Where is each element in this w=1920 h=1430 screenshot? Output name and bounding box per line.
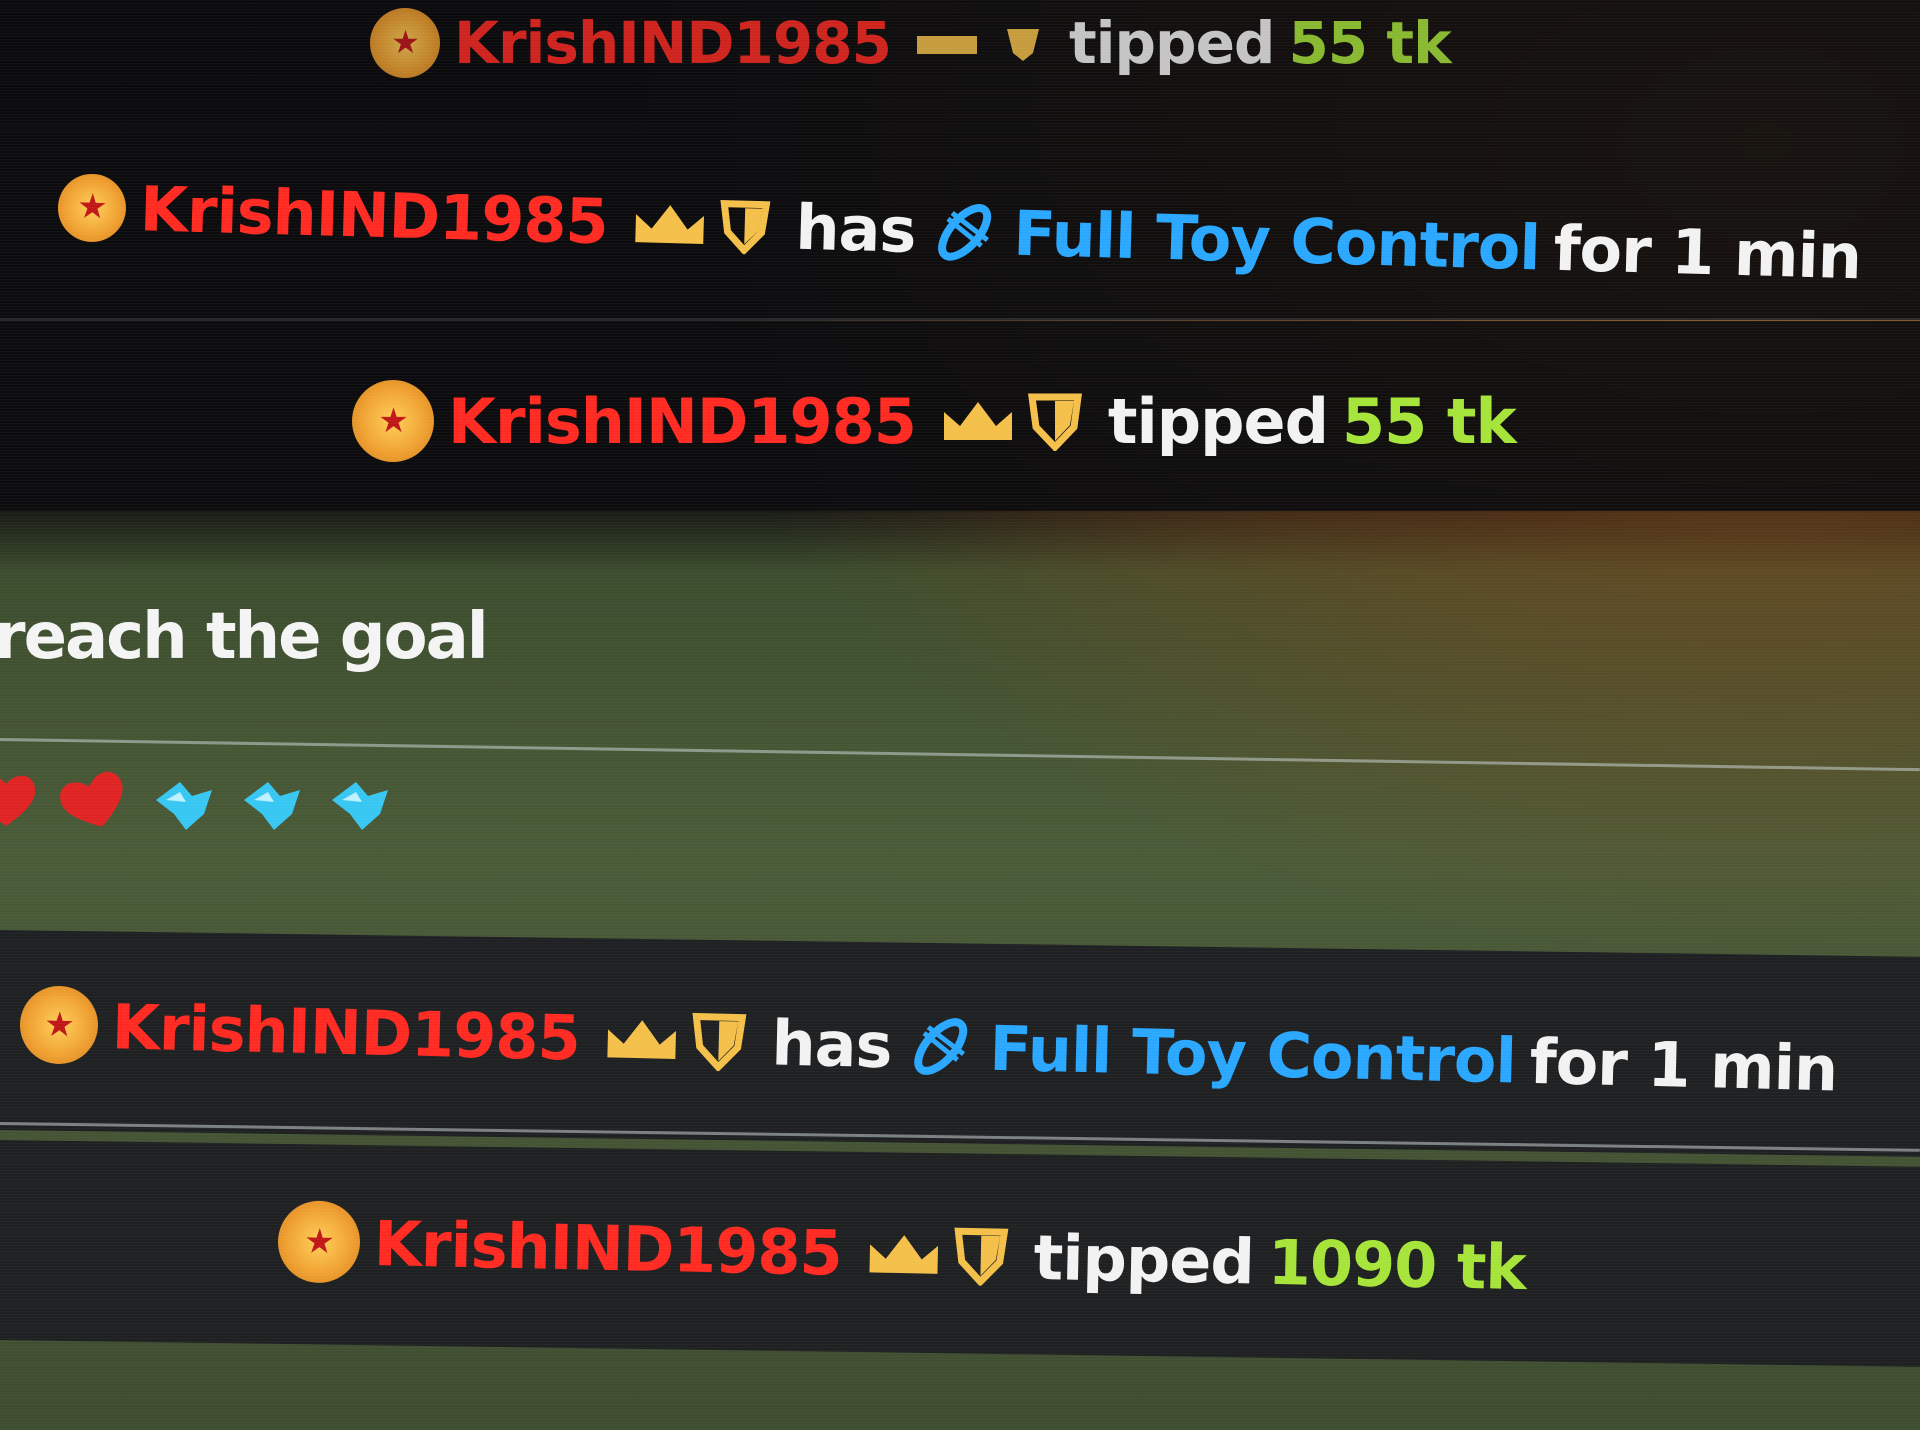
username[interactable]: KrishIND1985 <box>448 385 917 458</box>
username[interactable]: KrishIND1985 <box>139 172 609 258</box>
chat-message-tip-1: ★ KrishIND1985 tipped 55 tk <box>352 380 1517 462</box>
chat-message-top-partial: ★ KrishIND1985 tipped 55 tk <box>370 8 1452 78</box>
shield-badge-icon <box>1003 23 1043 63</box>
chat-screen: ★ KrishIND1985 tipped 55 tk ★ KrishIND19… <box>0 0 1920 1430</box>
user-avatar-icon[interactable]: ★ <box>370 8 440 78</box>
tip-amount: 1090 tk <box>1267 1225 1527 1304</box>
user-avatar-icon[interactable]: ★ <box>19 985 99 1065</box>
crown-badge-icon <box>942 396 1014 446</box>
toy-control-icon <box>928 196 1000 268</box>
message-prefix: has <box>794 190 917 267</box>
shield-badge-icon <box>953 1225 1009 1287</box>
user-avatar-icon[interactable]: ★ <box>277 1200 361 1284</box>
crown-badge-icon <box>633 198 706 250</box>
username[interactable]: KrishIND1985 <box>454 9 892 77</box>
tip-verb: tipped <box>1032 1220 1255 1298</box>
tip-amount: 55 tk <box>1342 384 1517 458</box>
red-heart-icon <box>0 770 42 844</box>
crown-badge-icon <box>916 28 977 58</box>
red-heart-icon <box>54 770 134 844</box>
blue-sparkle-icon <box>146 770 222 844</box>
reward-name: Full Toy Control <box>1012 196 1541 285</box>
blue-sparkle-icon <box>322 770 398 844</box>
crown-badge-icon <box>605 1013 678 1065</box>
message-prefix: has <box>770 1005 893 1082</box>
user-avatar-icon[interactable]: ★ <box>57 172 127 243</box>
message-suffix: for 1 min <box>1528 1024 1839 1105</box>
blue-sparkle-icon <box>234 770 310 844</box>
reward-name: Full Toy Control <box>988 1011 1517 1098</box>
goal-text: reach the goal <box>0 600 489 674</box>
tip-verb: tipped <box>1068 9 1275 77</box>
shield-badge-icon <box>1027 391 1082 451</box>
toy-control-icon <box>905 1011 977 1083</box>
tip-verb: tipped <box>1107 384 1329 458</box>
shield-badge-icon <box>691 1010 747 1072</box>
username[interactable]: KrishIND1985 <box>373 1207 842 1290</box>
emoji-row <box>0 770 398 844</box>
shield-badge-icon <box>719 197 771 255</box>
crown-badge-icon <box>867 1228 940 1279</box>
message-suffix: for 1 min <box>1552 211 1863 294</box>
tip-amount: 55 tk <box>1288 9 1451 77</box>
username[interactable]: KrishIND1985 <box>111 990 581 1074</box>
goal-divider <box>0 738 1920 772</box>
user-avatar-icon[interactable]: ★ <box>352 380 434 462</box>
